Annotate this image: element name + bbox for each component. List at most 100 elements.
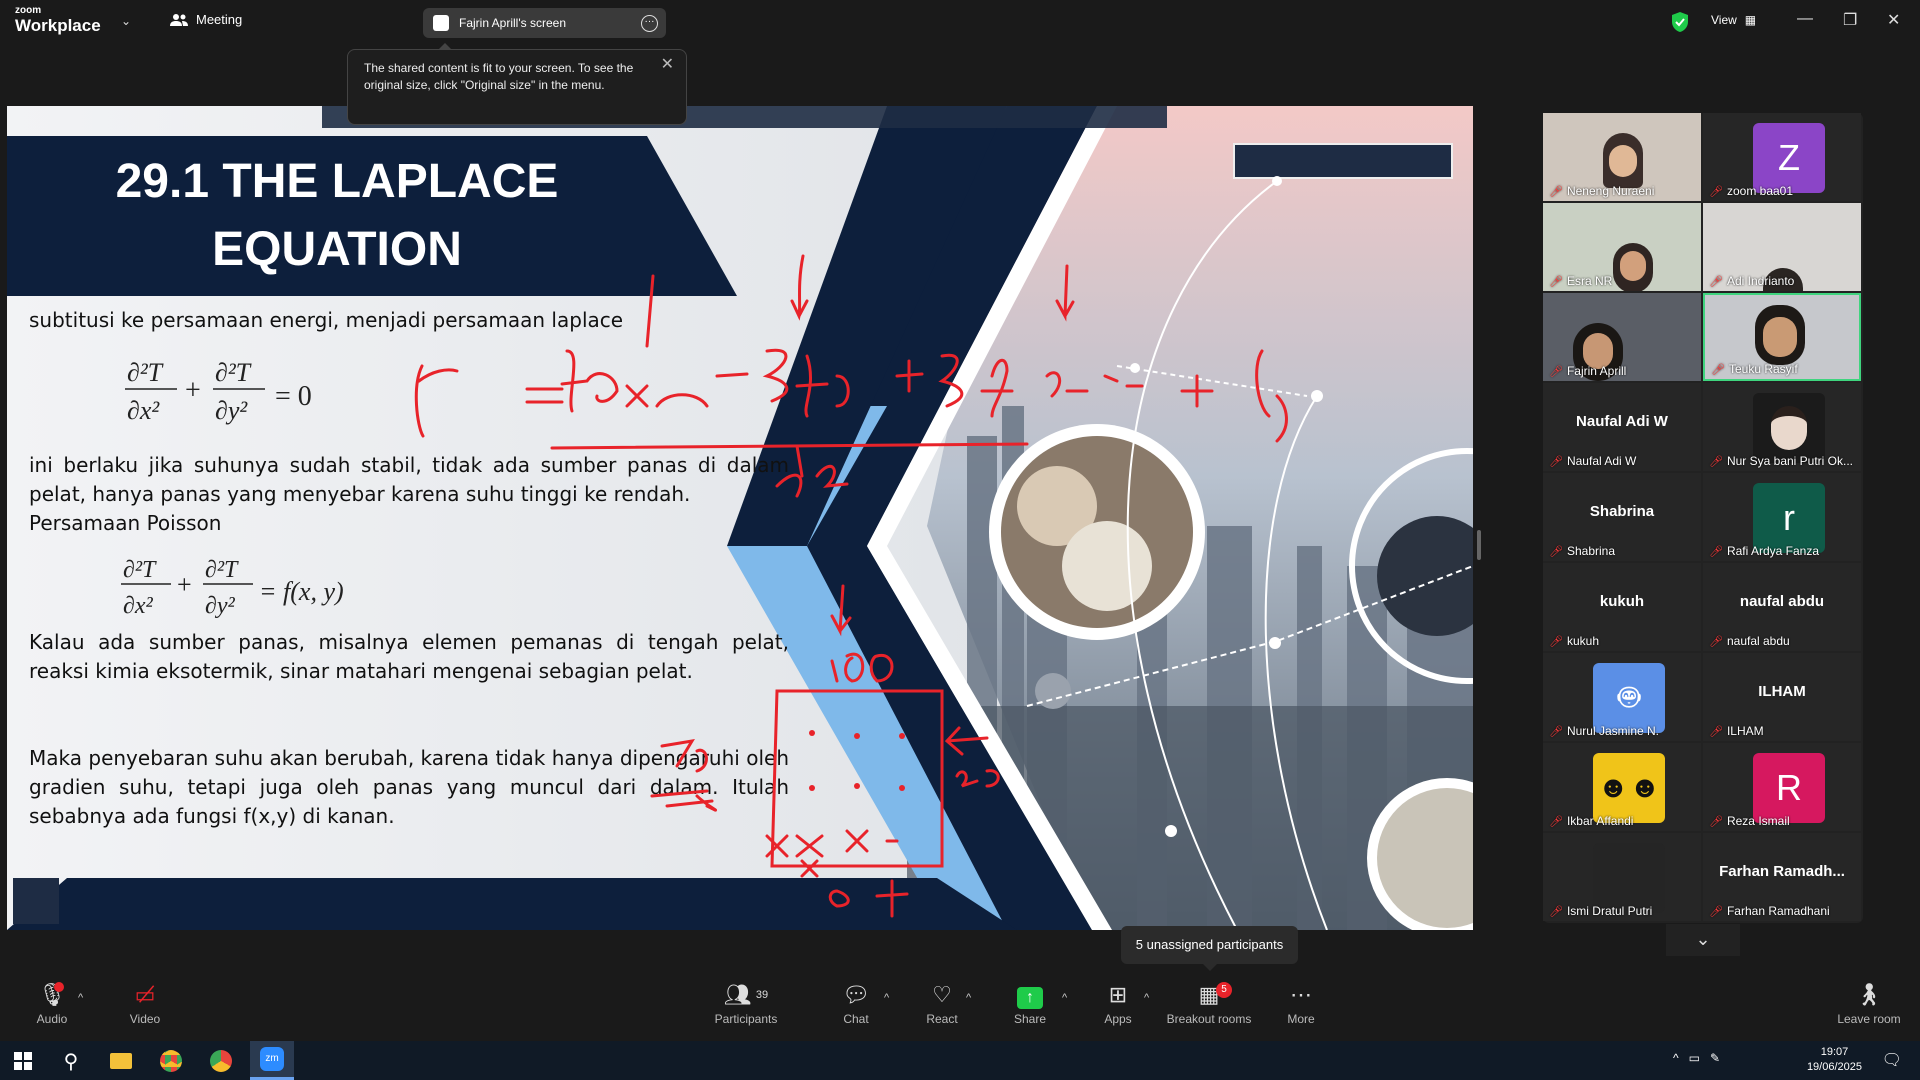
participants-button[interactable]: 👥︎ 39 Participants [712,980,780,1026]
participant-name: 🎤︎ Adi Indrianto [1709,274,1794,288]
video-off-icon: ▭̸ [134,982,156,1007]
participant-name-text: Neneng Nuraeni [1566,184,1655,198]
react-label: React [926,1012,958,1026]
clock-time: 19:07 [1820,1046,1849,1058]
participant-display-name: ILHAM [1758,683,1806,700]
share-button[interactable]: ↑ Share [1012,980,1048,1026]
participant-tile[interactable]: ILHAM 🎤︎ ILHAM [1703,653,1861,741]
participant-tile[interactable]: R 🎤︎ Reza Ismail [1703,743,1861,831]
file-explorer-icon[interactable] [106,1047,136,1075]
participant-name-text: Ikbar Affandi [1566,814,1634,828]
participant-display-name: naufal abdu [1739,593,1825,610]
audio-button[interactable]: 🎙︎ Audio [32,980,72,1026]
participant-name: 🎤︎ Esra NR [1549,274,1612,288]
search-icon[interactable]: ⚲ [56,1047,86,1075]
avatar: Z [1753,123,1825,193]
participant-name-text: Fajrin Aprill [1566,364,1627,378]
participant-tile[interactable]: 🎤︎ Fajrin Aprill [1543,293,1701,381]
chat-button[interactable]: 💬︎ Chat [840,980,872,1026]
face-shape [1609,145,1637,177]
more-options-icon[interactable]: ··· [641,15,658,32]
shared-slide: 29.1 THE LAPLACE EQUATION subtitusi ke p… [7,106,1473,930]
participants-icon: 👥︎ 39 [723,982,769,1007]
participant-tile[interactable]: kukuh 🎤︎ kukuh [1543,563,1701,651]
participant-tile[interactable]: 🎤︎ Neneng Nuraeni [1543,113,1701,201]
participant-tile[interactable]: Naufal Adi W 🎤︎ Naufal Adi W [1543,383,1701,471]
system-tray[interactable]: ^ ▭ ✎ [1673,1051,1720,1065]
view-button[interactable]: View ▦ [1711,13,1756,27]
gallery-resize-handle[interactable] [1477,530,1481,560]
system-clock[interactable]: 19:07 19/06/2025 [1807,1045,1862,1075]
participant-tile[interactable]: r 🎤︎ Rafi Ardya Fanza [1703,473,1861,561]
participant-name-text: Shabrina [1566,544,1616,558]
apps-caret-icon[interactable]: ^ [1144,992,1149,1004]
participant-tile[interactable]: 🤖︎ 🎤︎ Nurul Jasmine N. [1543,653,1701,741]
video-button[interactable]: ▭̸ Video [124,980,166,1026]
muted-mic-icon: 🎤︎ [1709,815,1723,828]
muted-mic-icon: 🎤︎ [1709,545,1723,558]
chevron-down-icon[interactable]: ⌄ [121,14,131,28]
muted-mic-icon: 🎤︎ [1549,365,1563,378]
face-shape [1763,317,1797,357]
participant-name-text: Ismi Dratul Putri [1566,904,1653,918]
participant-name: 🎤︎ Neneng Nuraeni [1549,184,1654,198]
react-button[interactable]: ♡ React [924,980,960,1026]
avatar-face [1771,406,1807,450]
gallery-scroll-down-button[interactable]: ⌄ [1666,924,1740,956]
more-button[interactable]: ⋯ More [1284,980,1318,1026]
notifications-icon[interactable]: 🗨︎ [1882,1050,1902,1070]
participant-tile[interactable]: 🎤︎ Nur Sya bani Putri Ok... [1703,383,1861,471]
close-icon[interactable]: ✕ [1887,10,1900,30]
chat-caret-icon[interactable]: ^ [884,992,889,1004]
view-label: View [1711,13,1737,27]
chrome-profile-icon[interactable] [206,1047,236,1075]
avatar [1753,393,1825,463]
participant-tile[interactable]: 🎤︎ Ismi Dratul Putri [1543,833,1701,921]
participant-tile[interactable]: Z 🎤︎ zoom baa01 [1703,113,1861,201]
zoom-logo[interactable]: zoom Workplace [15,6,101,35]
participant-tile[interactable]: ☻☻ 🎤︎ Ikbar Affandi [1543,743,1701,831]
breakout-rooms-button[interactable]: ▦ 5 Breakout rooms [1164,980,1254,1026]
participant-tile[interactable]: 🎤︎ Adi Indrianto [1703,203,1861,291]
apps-button[interactable]: ⊞ Apps [1102,980,1134,1026]
participant-name: 🎤︎ Nurul Jasmine N. [1549,724,1659,738]
participant-tile[interactable]: Shabrina 🎤︎ Shabrina [1543,473,1701,561]
muted-mic-icon: 🎤︎ [1549,725,1563,738]
security-shield-icon[interactable] [1671,11,1689,33]
shared-screen-tab[interactable]: Fajrin Aprill's screen ··· [423,8,666,38]
leave-room-button[interactable]: 🚶︎ Leave room [1836,980,1902,1026]
participant-tile-active[interactable]: 🎤︎ Teuku Rasyif [1703,293,1861,381]
participant-display-name: Farhan Ramadh... [1719,863,1845,880]
chevron-down-icon: ⌄ [1695,929,1711,949]
screen-square-icon [433,15,449,31]
tooltip-close-icon[interactable]: ✕ [661,56,674,73]
participant-name-text: Reza Ismail [1726,814,1790,828]
participant-tile[interactable]: naufal abdu 🎤︎ naufal abdu [1703,563,1861,651]
logo-big-text: Workplace [15,16,101,35]
participant-name: 🎤︎ ILHAM [1709,724,1764,738]
participant-name-text: kukuh [1566,634,1599,648]
participant-name: 🎤︎ kukuh [1549,634,1599,648]
participant-tile[interactable]: Farhan Ramadh... 🎤︎ Farhan Ramadhani [1703,833,1861,921]
react-caret-icon[interactable]: ^ [966,992,971,1004]
share-caret-icon[interactable]: ^ [1062,992,1067,1004]
audio-caret-icon[interactable]: ^ [78,992,83,1004]
participant-name: 🎤︎ Reza Ismail [1709,814,1790,828]
minimize-icon[interactable]: — [1797,10,1813,28]
windows-taskbar: ⚲ zm ^ ▭ ✎ 19:07 19/06/2025 🗨︎ [0,1041,1920,1080]
apps-icon: ⊞ [1108,982,1128,1007]
participant-name-text: naufal abdu [1726,634,1790,648]
zoom-taskbar-icon[interactable]: zm [250,1041,294,1080]
video-label: Video [129,1012,161,1026]
muted-mic-icon: 🎙︎ [38,982,66,1007]
meeting-button[interactable]: Meeting [170,12,242,27]
participant-name-text: Esra NR [1566,274,1613,288]
restore-icon[interactable]: ❐ [1843,10,1857,30]
robot-avatar-icon: 🤖︎ [1618,675,1640,717]
windows-start-icon[interactable] [8,1047,38,1075]
participants-count: 39 [755,989,769,1001]
participant-tile[interactable]: 🎤︎ Esra NR [1543,203,1701,291]
grid-icon: ▦ [1744,13,1757,27]
muted-mic-icon: 🎤︎ [1709,635,1723,648]
chrome-icon[interactable] [156,1047,186,1075]
